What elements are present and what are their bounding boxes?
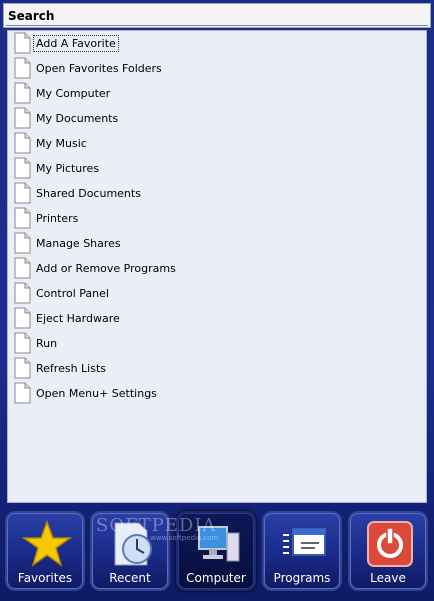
list-item-shared-documents[interactable]: Shared Documents: [11, 181, 311, 205]
document-icon: [14, 132, 31, 154]
list-item-label: Printers: [36, 211, 79, 225]
tab-label: Favorites: [17, 571, 73, 585]
document-icon: [14, 32, 31, 54]
tab-label: Computer: [186, 571, 246, 585]
list-item-eject-hardware[interactable]: Eject Hardware: [11, 306, 311, 330]
list-item-label: Manage Shares: [36, 236, 121, 250]
document-icon: [14, 157, 31, 179]
power-icon: [367, 521, 413, 567]
document-icon: [14, 357, 31, 379]
watermark-url: www.softpedia.com: [150, 534, 219, 542]
document-icon: [14, 182, 31, 204]
list-item-label: My Pictures: [36, 161, 100, 175]
list-item-label: Run: [36, 336, 58, 350]
document-icon: [14, 382, 31, 404]
list-item-label: Open Favorites Folders: [36, 61, 162, 75]
list-item-manage-shares[interactable]: Manage Shares: [11, 231, 311, 255]
search-bar: Search: [3, 3, 431, 28]
document-icon: [14, 332, 31, 354]
search-input[interactable]: [56, 8, 426, 23]
list-item-add-favorite[interactable]: Add A Favorite: [11, 31, 311, 55]
tab-label: Leave: [370, 571, 406, 585]
command-list: Add A Favorite Open Favorites Folders My…: [7, 30, 427, 503]
list-item-printers[interactable]: Printers: [11, 206, 311, 230]
list-item-refresh-lists[interactable]: Refresh Lists: [11, 356, 311, 380]
list-item-my-computer[interactable]: My Computer: [11, 81, 311, 105]
document-icon: [14, 257, 31, 279]
window-list-icon: [283, 528, 326, 556]
document-icon: [14, 232, 31, 254]
list-item-label: Refresh Lists: [36, 361, 106, 375]
list-item-label: Control Panel: [36, 286, 109, 300]
list-item-label: Open Menu+ Settings: [36, 386, 157, 400]
tab-favorites[interactable]: Favorites: [5, 511, 85, 591]
list-item-label: My Music: [36, 136, 87, 150]
list-item-label: Eject Hardware: [36, 311, 120, 325]
tab-programs[interactable]: Programs: [262, 511, 342, 591]
document-icon: [14, 57, 31, 79]
watermark: SOFTPEDIA: [96, 515, 217, 536]
list-item-my-music[interactable]: My Music: [11, 131, 311, 155]
list-item-run[interactable]: Run: [11, 331, 311, 355]
menu-window: Search Add A Favorite Open Favorites Fol…: [0, 0, 434, 601]
list-item-my-pictures[interactable]: My Pictures: [11, 156, 311, 180]
list-item-my-documents[interactable]: My Documents: [11, 106, 311, 130]
list-item-label: My Documents: [36, 111, 119, 125]
tab-leave[interactable]: Leave: [348, 511, 428, 591]
tab-label: Programs: [273, 571, 331, 585]
list-item-add-remove-programs[interactable]: Add or Remove Programs: [11, 256, 311, 280]
search-underline: [6, 25, 428, 26]
list-item-label: Shared Documents: [36, 186, 141, 200]
list-item-open-menu-settings[interactable]: Open Menu+ Settings: [11, 381, 311, 405]
list-item-label: Add A Favorite: [33, 34, 119, 52]
document-icon: [14, 82, 31, 104]
document-icon: [14, 107, 31, 129]
list-item-open-favorites-folders[interactable]: Open Favorites Folders: [11, 56, 311, 80]
list-item-label: My Computer: [36, 86, 111, 100]
search-label: Search: [8, 9, 55, 23]
document-icon: [14, 282, 31, 304]
tab-bar: Favorites Recent Computer Programs Leave: [0, 507, 434, 601]
document-icon: [14, 207, 31, 229]
list-item-label: Add or Remove Programs: [36, 261, 176, 275]
star-icon: [22, 519, 72, 567]
document-icon: [14, 307, 31, 329]
tab-label: Recent: [109, 571, 151, 585]
list-item-control-panel[interactable]: Control Panel: [11, 281, 311, 305]
